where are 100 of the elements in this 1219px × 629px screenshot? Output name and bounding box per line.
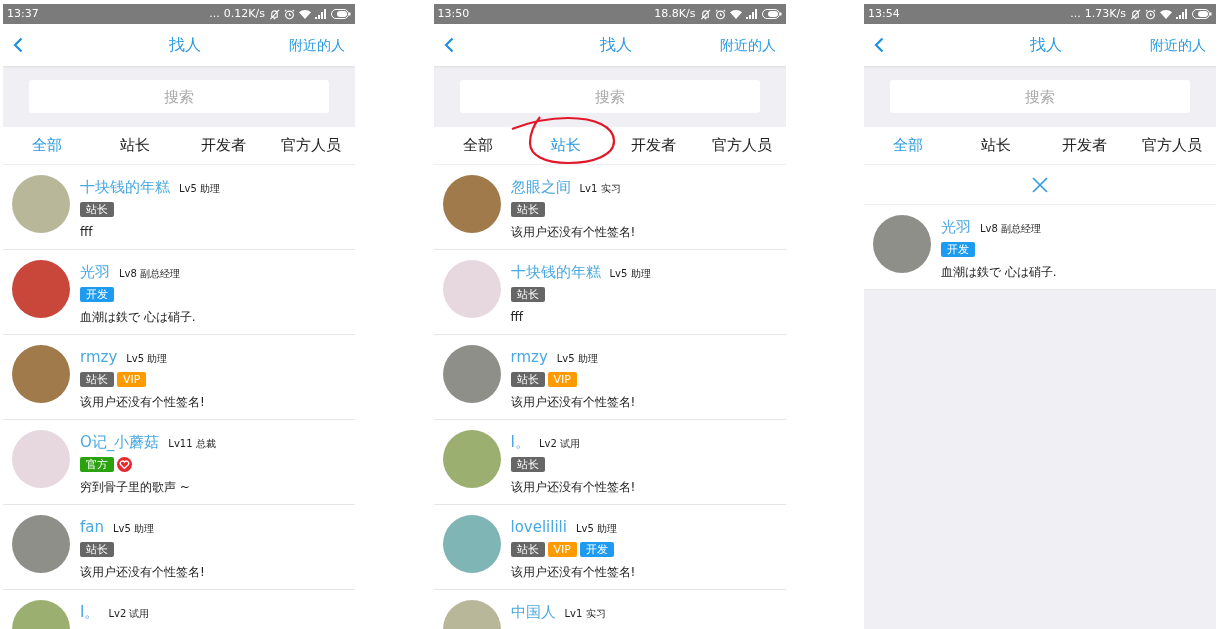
- role-badge: 站长: [80, 371, 114, 387]
- user-level: Lv2 试用: [538, 437, 580, 451]
- user-name: rmzy: [80, 347, 118, 368]
- role-badge: 开发: [941, 241, 975, 257]
- user-level: Lv11 总裁: [168, 437, 216, 451]
- user-signature: 该用户还没有个性签名!: [80, 393, 205, 411]
- search-field[interactable]: 搜索: [29, 80, 329, 113]
- status-time: 13:37: [7, 5, 39, 22]
- user-row[interactable]: 光羽 Lv8 副总经理 开发 血潮は鉄で 心は硝子.: [864, 205, 1216, 290]
- back-icon: [874, 37, 884, 53]
- signal-icon: [1176, 9, 1188, 19]
- user-row[interactable]: fan Lv5 助理 站长 该用户还没有个性签名!: [3, 505, 355, 590]
- alarm-icon: [1145, 8, 1156, 20]
- role-badge: 站长: [510, 201, 545, 217]
- avatar-placeholder: [12, 260, 70, 318]
- network-speed: 0.12K/s: [223, 5, 265, 22]
- user-row[interactable]: I。 Lv2 试用: [3, 590, 355, 629]
- back-icon: [443, 37, 454, 53]
- user-signature: 该用户还没有个性签名!: [510, 223, 636, 241]
- battery-icon: [331, 9, 351, 19]
- user-level: Lv8 副总经理: [980, 222, 1042, 236]
- user-row[interactable]: O记_小蘑菇 Lv11 总裁 官方 穷到骨子里的歌声 ~: [3, 420, 355, 505]
- avatar-placeholder: [442, 515, 501, 573]
- role-badge: 站长: [80, 541, 114, 557]
- user-signature: 该用户还没有个性签名!: [510, 393, 636, 411]
- role-badge: VIP: [117, 371, 147, 387]
- status-time: 13:50: [437, 5, 470, 22]
- filter-tab[interactable]: 官方人员: [281, 134, 341, 157]
- user-signature: 血潮は鉄で 心は硝子.: [80, 308, 196, 326]
- filter-tab[interactable]: 站长: [120, 134, 150, 157]
- filter-tab[interactable]: 官方人员: [711, 134, 772, 157]
- filter-tab[interactable]: 开发者: [631, 134, 676, 157]
- page-title: 找人: [598, 34, 633, 56]
- user-row[interactable]: rmzy Lv5 助理 站长 VIP 该用户还没有个性签名!: [433, 335, 786, 420]
- mute-icon: [269, 8, 280, 20]
- user-level: Lv5 助理: [179, 182, 221, 196]
- user-name: rmzy: [510, 347, 548, 368]
- user-level: Lv5 助理: [113, 522, 154, 536]
- user-signature: fff: [510, 308, 525, 326]
- user-row[interactable]: 十块钱的年糕 Lv5 助理 站长 fff: [433, 250, 786, 335]
- avatar-placeholder: [442, 175, 501, 233]
- user-name: 忽眼之间: [510, 177, 571, 198]
- wifi-icon: [299, 9, 311, 19]
- user-level: Lv8 副总经理: [119, 267, 181, 281]
- role-badge: 官方: [80, 456, 114, 472]
- search-field[interactable]: 搜索: [459, 80, 760, 113]
- filter-tab[interactable]: 官方人员: [1142, 134, 1202, 157]
- filter-tab[interactable]: 全部: [462, 134, 493, 157]
- user-name: 中国人: [510, 602, 556, 623]
- wifi-icon: [729, 9, 742, 19]
- close-icon: [1032, 176, 1048, 193]
- filter-tab[interactable]: 站长: [981, 134, 1011, 157]
- user-signature: 该用户还没有个性签名!: [510, 563, 636, 581]
- user-level: Lv5 助理: [126, 352, 168, 366]
- user-name: 光羽: [80, 262, 110, 283]
- role-badge: 开发: [579, 541, 614, 557]
- filter-tab[interactable]: 开发者: [200, 134, 246, 157]
- user-name: 十块钱的年糕: [80, 177, 170, 198]
- back-icon: [13, 37, 23, 53]
- user-level: Lv5 助理: [556, 352, 598, 366]
- user-row[interactable]: 十块钱的年糕 Lv5 助理 站长 fff: [3, 165, 355, 250]
- wifi-icon: [1160, 9, 1172, 19]
- network-speed: 1.73K/s: [1084, 5, 1126, 22]
- user-row[interactable]: 忽眼之间 Lv1 实习 站长 该用户还没有个性签名!: [433, 165, 786, 250]
- search-field[interactable]: 搜索: [890, 80, 1190, 113]
- user-name: 光羽: [941, 217, 971, 238]
- user-name: I。: [80, 602, 100, 623]
- user-name: lovelilili: [510, 517, 567, 538]
- user-name: O记_小蘑菇: [80, 432, 160, 453]
- page-title: 找人: [1029, 34, 1063, 56]
- role-badge: 站长: [80, 201, 114, 217]
- battery-icon: [761, 9, 782, 19]
- avatar-placeholder: [873, 215, 931, 273]
- avatar-placeholder: [442, 430, 501, 488]
- status-dots: ...: [1070, 5, 1081, 22]
- user-level: Lv5 助理: [609, 267, 651, 281]
- avatar-placeholder: [12, 515, 70, 573]
- clear-button[interactable]: [1030, 174, 1050, 195]
- user-name: I。: [510, 432, 530, 453]
- filter-tab[interactable]: 开发者: [1061, 134, 1107, 157]
- role-badge: VIP: [547, 371, 577, 387]
- page-title: 找人: [168, 34, 202, 56]
- signal-icon: [745, 9, 758, 19]
- signal-icon: [315, 9, 327, 19]
- user-signature: 血潮は鉄で 心は硝子.: [941, 263, 1057, 281]
- user-row[interactable]: lovelilili Lv5 助理 站长 VIP 开发 该用户还没有个性签名!: [433, 505, 786, 590]
- network-speed: 18.8K/s: [654, 5, 696, 22]
- role-badge: VIP: [547, 541, 577, 557]
- user-row[interactable]: 中国人 Lv1 实习: [433, 590, 786, 629]
- avatar-placeholder: [442, 345, 501, 403]
- user-row[interactable]: rmzy Lv5 助理 站长 VIP 该用户还没有个性签名!: [3, 335, 355, 420]
- status-time: 13:54: [868, 5, 900, 22]
- user-row[interactable]: 光羽 Lv8 副总经理 开发 血潮は鉄で 心は硝子.: [3, 250, 355, 335]
- user-signature: fff: [80, 223, 94, 241]
- user-signature: 该用户还没有个性签名!: [510, 478, 636, 496]
- user-signature: 该用户还没有个性签名!: [80, 563, 205, 581]
- mute-icon: [699, 8, 711, 20]
- status-dots: ...: [209, 5, 220, 22]
- user-row[interactable]: I。 Lv2 试用 站长 该用户还没有个性签名!: [433, 420, 786, 505]
- alarm-icon: [284, 8, 295, 20]
